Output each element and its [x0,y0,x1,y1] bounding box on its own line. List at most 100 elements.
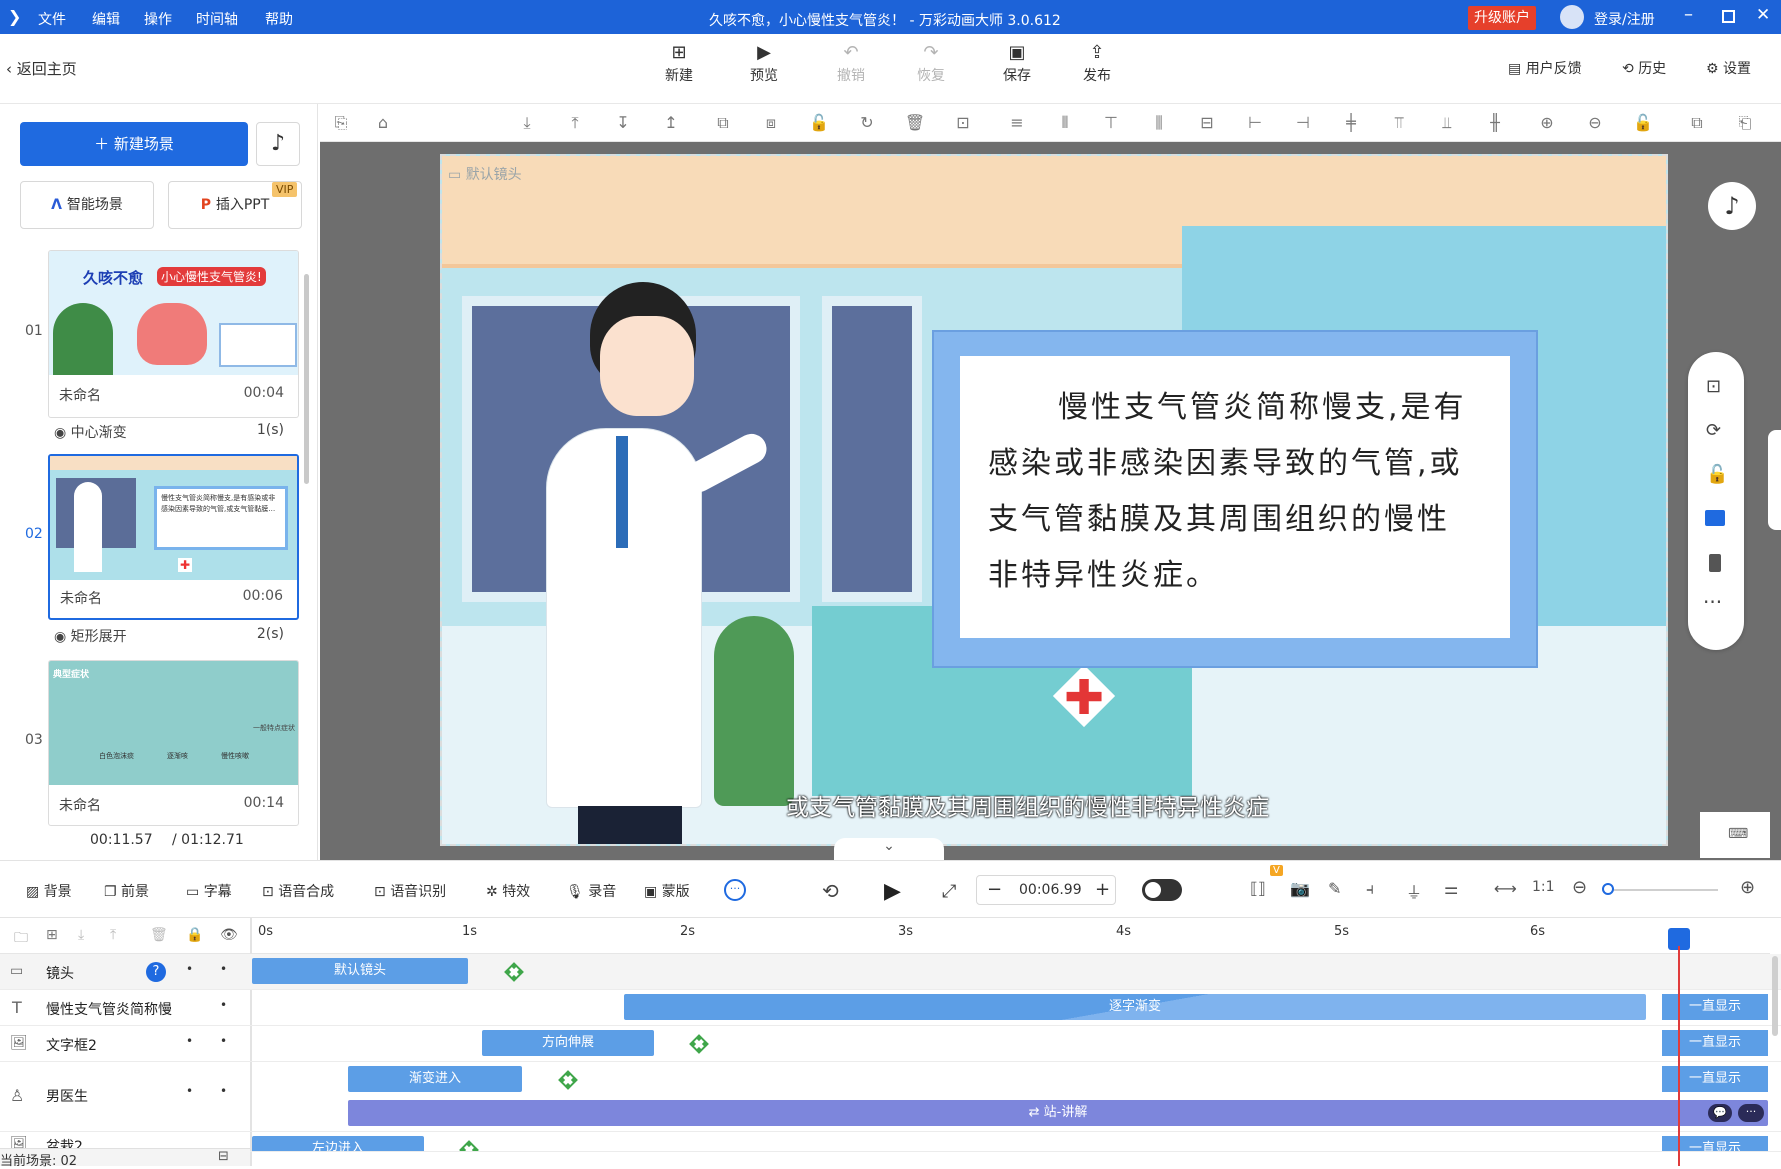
filter-icon[interactable]: ⏚ [1406,879,1422,903]
caption-button[interactable]: ▭ 字幕 [186,881,232,901]
track-text[interactable]: T 慢性支气管炎简称慢 • 逐字渐变 一直显示 [0,990,1781,1026]
collapse-timeline-button[interactable]: ⌄ [834,838,944,860]
stage-canvas[interactable]: ▭ 默认镜头 ✚ 慢性支气管炎简称慢支,是有感染或非感染因素导致的气管,或支气管… [440,154,1668,846]
eye-icon[interactable]: 👁 [220,927,238,943]
lock-icon[interactable]: 🔓 [808,113,830,133]
rotate-icon[interactable]: ↻ [856,113,878,133]
login-link[interactable]: 登录/注册 [1594,9,1655,29]
menu-timeline[interactable]: 时间轴 [196,9,238,29]
distribute-v-icon[interactable]: ⫼ [1148,113,1170,133]
publish-button[interactable]: ⇪ 发布 [1072,44,1122,85]
menu-file[interactable]: 文件 [38,9,66,29]
settings-button[interactable]: ⚙ 设置 [1706,58,1751,78]
add-keyframe-icon[interactable] [459,1140,479,1151]
save-button[interactable]: ▣ 保存 [992,44,1042,85]
format-painter-icon[interactable]: ⎘ [330,113,352,133]
add-keyframe-icon[interactable] [689,1034,709,1054]
smart-scene-button[interactable]: Ʌ 智能场景 [20,181,154,229]
feedback-button[interactable]: ▤ 用户反馈 [1508,58,1582,78]
clip-bar[interactable]: 渐变进入 [348,1066,522,1092]
new-button[interactable]: ⊞ 新建 [654,44,704,85]
scene-thumb-02[interactable]: 慢性支气管炎简称慢支,是有感染或非感染因素导致的气管,或支气管黏膜… ✚ 未命名… [48,454,299,620]
preview-button[interactable]: ▶ 预览 [739,44,789,85]
delete-icon[interactable]: 🗑 [904,113,926,133]
rotate-icon[interactable]: ⟳ [1706,420,1721,441]
layer-down-icon[interactable]: ⤓ [78,927,84,943]
new-scene-button[interactable]: ＋ 新建场景 [20,122,248,166]
maximize-icon[interactable] [1722,10,1735,23]
timeline-scrollbar[interactable] [1772,956,1778,1036]
menu-help[interactable]: 帮助 [265,9,293,29]
zoom-out-icon[interactable]: ⊖ [1572,877,1587,898]
mask-button[interactable]: ▣ 蒙版 [644,881,690,901]
zoom-slider[interactable] [1602,889,1718,891]
move-top-icon[interactable]: ⤒ [564,113,586,133]
plus-icon[interactable]: + [1095,879,1110,900]
lock-icon[interactable]: 🔒 [186,927,203,943]
music-float-button[interactable]: ♪ [1708,182,1756,230]
add-keyframe-icon[interactable] [504,962,524,982]
center-h-icon[interactable]: ╪ [1340,113,1362,133]
minimize-icon[interactable]: – [1684,4,1693,25]
folder-icon[interactable]: 🗀 [14,927,28,951]
split-icon[interactable]: ⫞ [1366,879,1374,899]
tts-button[interactable]: ⊡ 语音合成 [262,881,334,901]
move-up-icon[interactable]: ↥ [660,113,682,133]
scene-thumb-03[interactable]: 典型症状 一般特点症状 白色泡沫痰 逐渐咳 慢性咳嗽 未命名 00:14 [48,660,299,826]
history-button[interactable]: ⟲ 历史 [1622,58,1666,78]
sliders-icon[interactable]: ⚌ [1444,879,1458,898]
ratio-icon[interactable]: 1:1 [1532,879,1555,895]
record-button[interactable]: 🎙 录音 [566,881,616,901]
paste-icon[interactable]: ⎗ [1734,113,1756,133]
scene-thumb-01[interactable]: 久咳不愈 小心慢性支气管炎! 未命名 00:04 [48,250,299,418]
menu-edit[interactable]: 编辑 [92,9,120,29]
flip-h-icon[interactable]: ⧉ [712,113,734,133]
align-vbottom-icon[interactable]: ⫫ [1436,113,1458,133]
camera-icon[interactable]: 📷 [1290,879,1310,898]
rewind-icon[interactable]: ⟲ [822,879,839,903]
align-right-icon[interactable]: ⊣ [1292,113,1314,133]
group-icon[interactable]: ⊟ [1196,113,1218,133]
add-keyframe-icon[interactable] [558,1070,578,1090]
foreground-button[interactable]: ❐ 前景 [104,881,149,901]
fit-width-icon[interactable]: ⟷ [1494,879,1517,898]
portrait-icon[interactable] [1709,554,1721,572]
board-text[interactable]: 慢性支气管炎简称慢支,是有感染或非感染因素导致的气管,或支气管黏膜及其周围组织的… [960,356,1510,638]
undo-button[interactable]: ↶ 撤销 [826,44,876,85]
delete-icon[interactable]: 🗑 [150,927,168,943]
track-camera[interactable]: ▭ 镜头 ? • • 默认镜头 [0,954,1781,990]
clip-bar[interactable]: 方向伸展 [482,1030,654,1056]
layer-up-icon[interactable]: ⤒ [110,927,116,943]
track-doctor[interactable]: ♙ 男医生 • • 渐变进入 一直显示 ⇄ 站-讲解 💬 ··· [0,1062,1781,1132]
scene-scrollbar[interactable] [304,274,309,484]
align-left-icon[interactable]: ⊢ [1244,113,1266,133]
more-icon[interactable]: ··· [1703,590,1722,614]
menu-operate[interactable]: 操作 [144,9,172,29]
minus-icon[interactable]: − [987,879,1002,900]
clip-bar[interactable]: 逐字渐变 [624,994,1646,1020]
new-folder-icon[interactable]: ⊞ [46,927,58,943]
redo-button[interactable]: ↷ 恢复 [906,44,956,85]
track-textbox[interactable]: 🖼 文字框2 • • 方向伸展 一直显示 [0,1026,1781,1062]
more-icon[interactable]: ··· [1738,1104,1764,1122]
action-bar[interactable]: ⇄ 站-讲解 [348,1100,1768,1126]
transition-row[interactable]: ◉ 中心渐变 1(s) [54,422,292,442]
fullscreen-icon[interactable]: ⤢ [942,881,956,902]
toggle-switch[interactable] [1142,879,1182,901]
background-button[interactable]: ▨ 背景 [26,881,72,901]
home-icon[interactable]: ⌂ [372,113,394,133]
edit-icon[interactable]: ✎ [1328,879,1341,898]
landscape-icon[interactable] [1705,510,1725,526]
unlock-icon[interactable]: 🔓 [1632,113,1654,133]
copy-icon[interactable]: ⧉ [1686,113,1708,133]
comment-icon[interactable]: 💬 [1708,1104,1732,1122]
flip-v-icon[interactable]: ⧈ [760,113,782,133]
align-vtop-icon[interactable]: ⫪ [1388,113,1410,133]
more-tools-icon[interactable]: ··· [724,879,746,901]
align-top-icon[interactable]: ⊤ [1100,113,1122,133]
center-v-icon[interactable]: ╫ [1484,113,1506,133]
keyboard-button[interactable]: ⌨ [1700,812,1770,858]
play-icon[interactable]: ▶ [884,879,901,904]
zoom-in-icon[interactable]: ⊕ [1740,877,1755,898]
lock-icon[interactable]: 🔓 [1706,464,1728,485]
